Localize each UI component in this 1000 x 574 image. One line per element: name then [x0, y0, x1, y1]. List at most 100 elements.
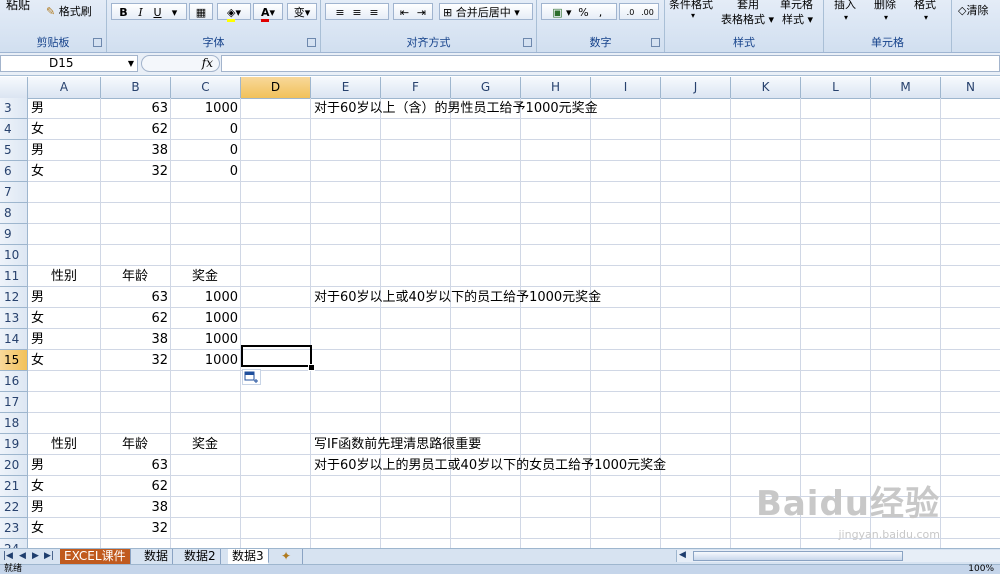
cell-a5[interactable]: 男	[31, 140, 100, 160]
cell-b23[interactable]: 32	[100, 518, 170, 538]
cell-b22[interactable]: 38	[100, 497, 170, 517]
cell-a14[interactable]: 男	[31, 329, 100, 349]
row-header[interactable]: 3	[0, 98, 27, 119]
percent-button[interactable]: %	[575, 4, 592, 21]
cell-b11[interactable]: 年龄	[100, 266, 170, 286]
row-header[interactable]: 16	[0, 371, 27, 392]
align-center-icon[interactable]: ≡	[349, 4, 366, 21]
row-header[interactable]: 5	[0, 140, 27, 161]
cell-e12[interactable]: 对于60岁以上或40岁以下的员工给予1000元奖金	[314, 287, 601, 307]
currency-icon[interactable]: ▣	[549, 4, 566, 21]
phonetic-button[interactable]: 变▾	[287, 3, 317, 20]
row-header[interactable]: 18	[0, 413, 27, 434]
row-header[interactable]: 7	[0, 182, 27, 203]
clear-button[interactable]: ◇清除	[958, 4, 988, 18]
column-header-c[interactable]: C	[171, 77, 241, 98]
underline-button[interactable]: U	[149, 4, 166, 21]
column-header-e[interactable]: E	[311, 77, 381, 98]
column-header-d[interactable]: D	[241, 77, 311, 98]
comma-icon[interactable]: ,	[592, 4, 609, 21]
row-header[interactable]: 20	[0, 455, 27, 476]
column-header-l[interactable]: L	[801, 77, 871, 98]
insert-sheet-button[interactable]: ✦	[277, 549, 303, 564]
column-header-j[interactable]: J	[661, 77, 731, 98]
bold-button[interactable]: B	[115, 4, 132, 21]
cell-c13[interactable]: 1000	[170, 308, 240, 328]
insert-function-button[interactable]: fx	[202, 56, 213, 70]
table-format-button-line1[interactable]: 套用	[737, 0, 759, 12]
cell-a19[interactable]: 性别	[28, 434, 100, 454]
column-header-h[interactable]: H	[521, 77, 591, 98]
row-header[interactable]: 17	[0, 392, 27, 413]
decrease-decimal-icon[interactable]: .00	[639, 4, 656, 21]
cell-a20[interactable]: 男	[31, 455, 100, 475]
row-header[interactable]: 8	[0, 203, 27, 224]
paste-button[interactable]: 粘贴	[6, 0, 30, 12]
column-header-g[interactable]: G	[451, 77, 521, 98]
scroll-thumb[interactable]	[693, 551, 903, 561]
cell-c11[interactable]: 奖金	[170, 266, 240, 286]
column-header-b[interactable]: B	[101, 77, 171, 98]
column-header-f[interactable]: F	[381, 77, 451, 98]
cell-a11[interactable]: 性别	[28, 266, 100, 286]
chevron-down-icon[interactable]: ▾	[166, 4, 183, 21]
row-header[interactable]: 19	[0, 434, 27, 455]
cell-b12[interactable]: 63	[100, 287, 170, 307]
table-format-button[interactable]: 表格格式 ▾	[721, 13, 774, 27]
cell-b19[interactable]: 年龄	[100, 434, 170, 454]
name-box[interactable]: D15 ▼	[0, 55, 138, 72]
cell-c3[interactable]: 1000	[170, 98, 240, 118]
cell-b14[interactable]: 38	[100, 329, 170, 349]
cell-c15[interactable]: 1000	[170, 350, 240, 370]
row-header-selected[interactable]: 15	[0, 350, 27, 371]
cell-style-button[interactable]: 样式 ▾	[782, 13, 813, 27]
active-cell-d15[interactable]	[241, 345, 312, 367]
cell-c19[interactable]: 奖金	[170, 434, 240, 454]
cell-c14[interactable]: 1000	[170, 329, 240, 349]
column-header-m[interactable]: M	[871, 77, 941, 98]
select-all-corner[interactable]	[0, 77, 28, 98]
row-header[interactable]: 21	[0, 476, 27, 497]
cell-b15[interactable]: 32	[100, 350, 170, 370]
last-sheet-icon[interactable]: ▶|	[44, 549, 54, 564]
cell-a12[interactable]: 男	[31, 287, 100, 307]
row-header[interactable]: 13	[0, 308, 27, 329]
row-header[interactable]: 12	[0, 287, 27, 308]
row-header[interactable]: 9	[0, 224, 27, 245]
fill-handle[interactable]	[308, 364, 315, 371]
align-right-icon[interactable]: ≡	[366, 4, 383, 21]
cell-b3[interactable]: 63	[100, 98, 170, 118]
sheet-tab-excel-courseware[interactable]: EXCEL课件	[60, 549, 131, 564]
formula-input[interactable]	[221, 55, 1000, 72]
prev-sheet-icon[interactable]: ◀	[19, 549, 26, 564]
clipboard-launcher[interactable]	[93, 38, 102, 47]
horizontal-scrollbar[interactable]: ◀	[676, 550, 1000, 562]
font-color-button[interactable]: A▾	[253, 3, 283, 22]
row-header[interactable]: 14	[0, 329, 27, 350]
border-button[interactable]: ▦	[189, 3, 213, 20]
row-header[interactable]: 6	[0, 161, 27, 182]
cell-e19[interactable]: 写IF函数前先理清思路很重要	[314, 434, 481, 454]
font-launcher[interactable]	[307, 38, 316, 47]
alignment-launcher[interactable]	[523, 38, 532, 47]
cell-a4[interactable]: 女	[31, 119, 100, 139]
next-sheet-icon[interactable]: ▶	[32, 549, 39, 564]
cell-b21[interactable]: 62	[100, 476, 170, 496]
column-header-a[interactable]: A	[28, 77, 101, 98]
decrease-indent-icon[interactable]: ⇤	[396, 4, 413, 21]
column-header-i[interactable]: I	[591, 77, 661, 98]
italic-button[interactable]: I	[132, 4, 149, 21]
sheet-tab-data[interactable]: 数据	[140, 549, 174, 564]
column-header-n[interactable]: N	[941, 77, 1000, 98]
row-header[interactable]: 23	[0, 518, 27, 539]
cell-a13[interactable]: 女	[31, 308, 100, 328]
first-sheet-icon[interactable]: |◀	[3, 549, 13, 564]
cell-a6[interactable]: 女	[31, 161, 100, 181]
increase-decimal-icon[interactable]: .0	[622, 4, 639, 21]
cell-b13[interactable]: 62	[100, 308, 170, 328]
cell-a22[interactable]: 男	[31, 497, 100, 517]
cell-c5[interactable]: 0	[170, 140, 240, 160]
merge-center-button[interactable]: ⊞ 合并后居中 ▾	[439, 3, 533, 20]
cell-c12[interactable]: 1000	[170, 287, 240, 307]
cell-a3[interactable]: 男	[31, 98, 100, 118]
